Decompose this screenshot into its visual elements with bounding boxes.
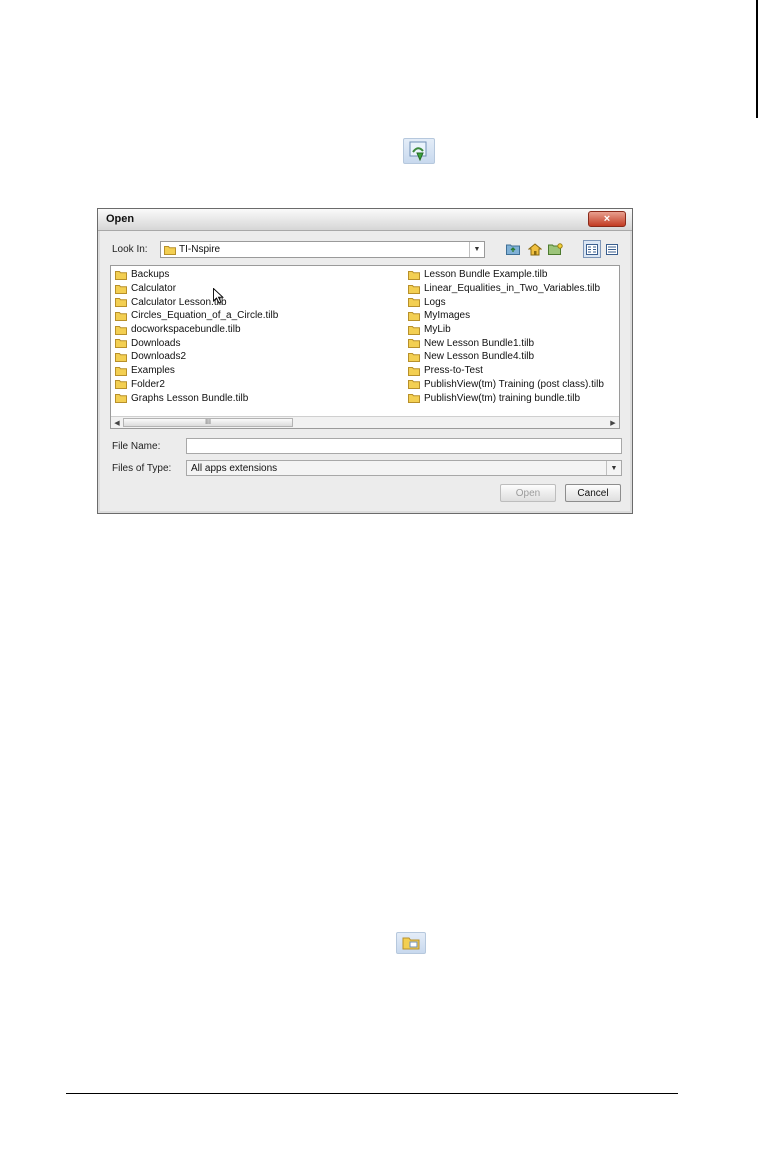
chevron-down-icon[interactable]: ▼: [606, 461, 621, 475]
close-icon: ×: [603, 213, 611, 225]
files-of-type-dropdown[interactable]: All apps extensions ▼: [186, 460, 622, 476]
home-folder-icon[interactable]: [527, 242, 543, 256]
file-list-item-label: New Lesson Bundle1.tilb: [424, 337, 535, 349]
folder-icon: [408, 325, 420, 335]
dialog-titlebar[interactable]: Open ×: [98, 209, 632, 231]
margin-rule: [756, 0, 758, 118]
file-name-label: File Name:: [112, 441, 161, 452]
file-list-item[interactable]: Circles_Equation_of_a_Circle.tilb: [115, 309, 278, 323]
folder-icon: [115, 325, 127, 335]
folder-icon: [115, 379, 127, 390]
file-list-item-label: New Lesson Bundle4.tilb: [424, 351, 535, 363]
new-folder-icon[interactable]: [547, 242, 563, 256]
file-list-item[interactable]: New Lesson Bundle4.tilb: [408, 350, 604, 364]
file-list-item-label: Circles_Equation_of_a_Circle.tilb: [131, 310, 279, 322]
horizontal-scrollbar[interactable]: ◀ III ▶: [111, 416, 619, 428]
cancel-button[interactable]: Cancel: [565, 484, 621, 502]
folder-icon: [408, 270, 420, 280]
dialog-title: Open: [106, 213, 135, 225]
file-list-item[interactable]: PublishView(tm) training bundle.tilb: [408, 391, 604, 405]
file-list-item[interactable]: Calculator Lesson.tilb: [115, 295, 278, 309]
close-button[interactable]: ×: [588, 211, 626, 227]
file-list-item-label: Press-to-Test: [424, 365, 483, 377]
folder-icon: [408, 338, 420, 349]
file-list-item[interactable]: Backups: [115, 268, 278, 282]
file-list-item-label: docworkspacebundle.tilb: [131, 324, 241, 336]
folder-icon: [408, 352, 420, 362]
file-list-item-label: Downloads: [131, 337, 181, 349]
folder-icon: [115, 366, 127, 376]
file-list-item[interactable]: Folder2: [115, 378, 278, 392]
folder-icon: [408, 379, 420, 390]
folder-icon: [408, 284, 420, 294]
folder-icon: [408, 297, 420, 308]
file-list-item[interactable]: Lesson Bundle Example.tilb: [408, 268, 604, 282]
file-list-item[interactable]: Logs: [408, 295, 604, 309]
chevron-down-icon[interactable]: ▼: [469, 242, 484, 257]
browse-folder-icon: [396, 932, 426, 954]
look-in-dropdown[interactable]: TI-Nspire ▼: [160, 241, 485, 258]
file-list-item-label: Backups: [131, 269, 170, 281]
file-list-item-label: Graphs Lesson Bundle.tilb: [131, 392, 249, 404]
files-of-type-label: Files of Type:: [112, 463, 172, 474]
file-list-item[interactable]: docworkspacebundle.tilb: [115, 323, 278, 337]
file-list-item-label: Folder2: [131, 378, 165, 390]
open-document-icon: [403, 138, 435, 164]
file-list-item-label: Lesson Bundle Example.tilb: [424, 269, 548, 281]
scrollbar-thumb[interactable]: III: [123, 418, 293, 427]
folder-icon: [115, 297, 127, 308]
file-list-column-right: Lesson Bundle Example.tilb Linear_Equalit…: [408, 268, 604, 405]
file-list-item[interactable]: Linear_Equalities_in_Two_Variables.tilb: [408, 282, 604, 296]
list-view-icon[interactable]: [583, 240, 601, 258]
folder-icon: [164, 245, 176, 255]
folder-icon: [115, 338, 127, 349]
file-list-item-label: Logs: [424, 296, 446, 308]
details-view-icon[interactable]: [603, 240, 621, 258]
folder-icon: [115, 311, 127, 321]
file-list-item-label: Calculator: [131, 283, 177, 295]
file-list-item[interactable]: New Lesson Bundle1.tilb: [408, 336, 604, 350]
file-list-item-label: Linear_Equalities_in_Two_Variables.tilb: [424, 283, 601, 295]
folder-icon: [408, 311, 420, 321]
look-in-value: TI-Nspire: [179, 244, 221, 255]
scroll-left-icon[interactable]: ◀: [111, 417, 123, 428]
dialog-body: Look In: TI-Nspire ▼ Backups Calculator Ca…: [100, 231, 630, 511]
files-of-type-value: All apps extensions: [191, 462, 278, 474]
file-list-column-left: Backups Calculator Calculator Lesson.tilb C…: [115, 268, 278, 405]
file-list-item[interactable]: PublishView(tm) Training (post class).ti…: [408, 378, 604, 392]
look-in-label: Look In:: [112, 244, 148, 255]
file-list-item-label: MyImages: [424, 310, 471, 322]
file-list-item-label: PublishView(tm) Training (post class).ti…: [424, 378, 604, 390]
footer-rule: [66, 1093, 678, 1094]
file-name-input[interactable]: [187, 439, 621, 453]
file-list-item-label: Downloads2: [131, 351, 187, 363]
file-list-item-label: MyLib: [424, 324, 451, 336]
file-list-item[interactable]: Press-to-Test: [408, 364, 604, 378]
file-list-item-label: Examples: [131, 365, 175, 377]
scroll-right-icon[interactable]: ▶: [607, 417, 619, 428]
folder-icon: [115, 393, 127, 404]
file-list-item[interactable]: Examples: [115, 364, 278, 378]
file-list-item[interactable]: Downloads2: [115, 350, 278, 364]
file-list[interactable]: Backups Calculator Calculator Lesson.tilb C…: [110, 265, 620, 429]
folder-icon: [115, 352, 127, 362]
folder-icon: [408, 393, 420, 404]
folder-icon: [115, 284, 127, 294]
file-list-item[interactable]: MyImages: [408, 309, 604, 323]
file-list-item-label: PublishView(tm) training bundle.tilb: [424, 392, 581, 404]
file-list-item[interactable]: Graphs Lesson Bundle.tilb: [115, 391, 278, 405]
up-one-level-icon[interactable]: [505, 242, 521, 256]
folder-icon: [115, 270, 127, 280]
file-list-item[interactable]: Calculator: [115, 282, 278, 296]
open-dialog: Open × Look In: TI-Nspire ▼ Backups Calc…: [97, 208, 633, 514]
folder-icon: [408, 366, 420, 376]
file-list-item[interactable]: MyLib: [408, 323, 604, 337]
file-list-item[interactable]: Downloads: [115, 336, 278, 350]
mouse-pointer-icon: [213, 288, 224, 304]
open-button[interactable]: Open: [500, 484, 556, 502]
file-name-field[interactable]: [186, 438, 622, 454]
